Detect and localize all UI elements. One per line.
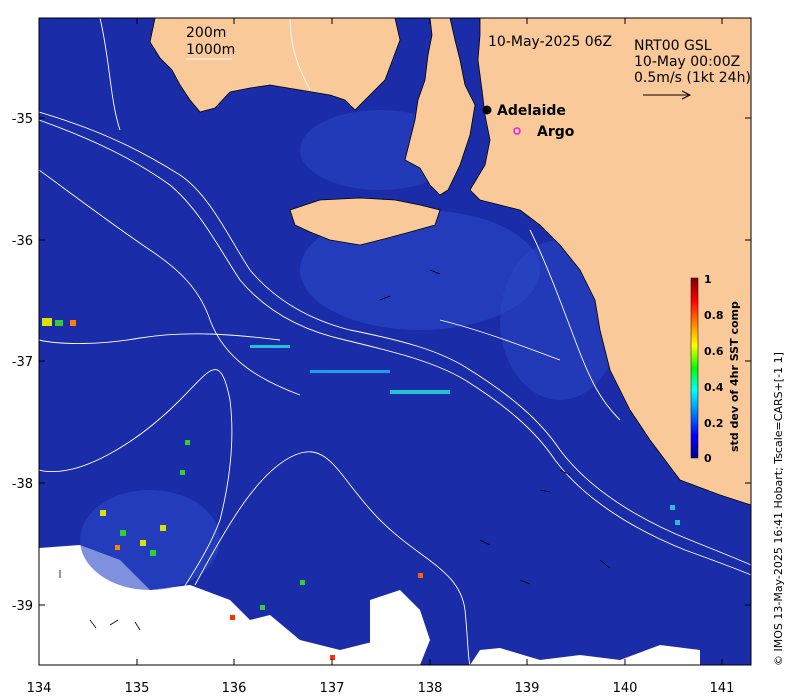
x-tick-label: 134 <box>27 681 52 696</box>
colorbar-tick-label: 0.8 <box>704 309 724 322</box>
x-tick-label: 135 <box>125 681 150 696</box>
x-tick-label: 137 <box>320 681 345 696</box>
colorbar-tick-label: 0 <box>704 452 712 465</box>
x-tick-label: 136 <box>222 681 247 696</box>
x-tick-label: 138 <box>418 681 443 696</box>
colorbar-tick-label: 0.6 <box>704 345 724 358</box>
current-source: NRT00 GSL <box>634 38 712 54</box>
argo-label: Argo <box>537 124 575 140</box>
y-tick-label: -35 <box>12 112 33 127</box>
map-plot-area <box>39 18 751 665</box>
adelaide-label: Adelaide <box>497 103 566 119</box>
y-tick-label: -38 <box>12 477 33 492</box>
y-tick-label: -37 <box>12 355 33 370</box>
current-time: 10-May 00:00Z <box>634 54 740 70</box>
x-tick-label: 139 <box>515 681 540 696</box>
colorbar-tick-label: 0.2 <box>704 417 724 430</box>
x-tick-label: 141 <box>710 681 735 696</box>
contour-label-200m: 200m <box>186 25 226 41</box>
colorbar-tick-label: 0.4 <box>704 381 724 394</box>
contour-label-1000m: 1000m <box>186 42 235 58</box>
colorbar-tick-label: 1 <box>704 273 712 286</box>
colorbar-title: std dev of 4hr SST comp <box>728 301 741 452</box>
vector-scale-label: 0.5m/s (1kt 24h) <box>634 70 751 86</box>
sst-map-figure: 134 135 136 137 138 139 140 141 -35 -36 … <box>12 17 785 696</box>
y-tick-label: -39 <box>12 599 33 614</box>
x-tick-label: 140 <box>613 681 638 696</box>
y-tick-label: -36 <box>12 234 33 249</box>
map-timestamp: 10-May-2025 06Z <box>488 34 612 50</box>
colorbar-gradient <box>690 277 699 459</box>
adelaide-marker <box>482 105 492 115</box>
credit-text: © IMOS 13-May-2025 16:41 Hobart; Tscale=… <box>772 352 785 666</box>
